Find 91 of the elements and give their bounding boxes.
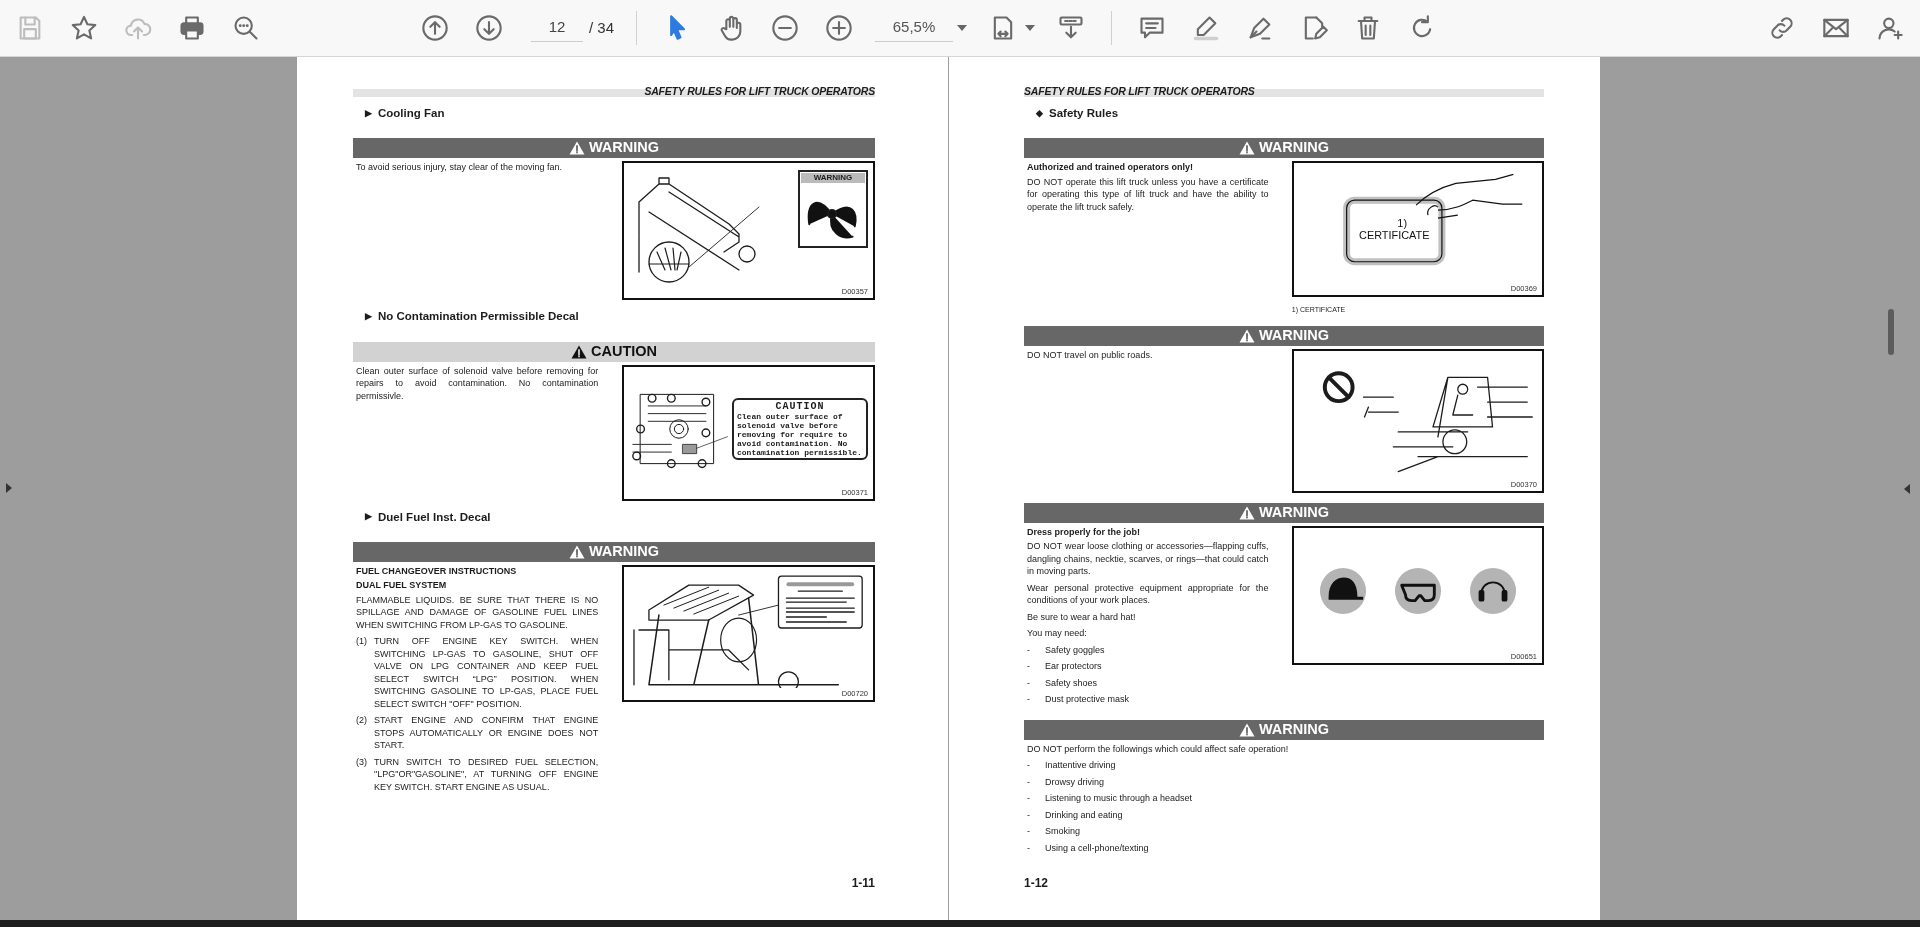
list-marker: - bbox=[1027, 676, 1031, 690]
paragraph: Wear personal protective equipment appropriate for the conditions of your work places. bbox=[1027, 581, 1269, 607]
paragraph: DO NOT wear loose clothing or accessories—flapping cuffs, dangling chains, necktie, scarves, or rings—that could catch in moving parts. bbox=[1027, 540, 1269, 578]
notice-label: WARNING bbox=[1258, 138, 1330, 158]
card-text: CERTIFICATE bbox=[1358, 229, 1430, 242]
list-marker: - bbox=[1027, 693, 1031, 706]
notice-label: WARNING bbox=[1258, 502, 1330, 522]
warning-triangle-icon bbox=[568, 544, 585, 559]
paragraph: To avoid serious injury, stay clear of the moving fan. bbox=[356, 161, 563, 174]
list-marker: - bbox=[1027, 825, 1031, 838]
notice-label: WARNING bbox=[588, 541, 660, 561]
list-item-text: Dust protective mask bbox=[1045, 693, 1130, 706]
arrow-up-circle-icon bbox=[421, 14, 449, 42]
list-marker: - bbox=[1027, 775, 1031, 789]
decal-title: WARNING bbox=[801, 173, 865, 184]
running-header: SAFETY RULES FOR LIFT TRUCK OPERATORS bbox=[1024, 85, 1544, 97]
notice-label: WARNING bbox=[1258, 325, 1330, 345]
bullet-marker: ▶ bbox=[365, 510, 372, 524]
search-icon bbox=[232, 14, 260, 42]
page-number-field[interactable]: 12 bbox=[531, 14, 583, 42]
star-icon bbox=[70, 14, 98, 42]
goggles-icon bbox=[1393, 567, 1442, 616]
paragraph: DO NOT travel on public roads. bbox=[1027, 348, 1154, 362]
section-heading: No Contamination Permissible Decal bbox=[378, 309, 579, 325]
paragraph-heading: Dress properly for the job! bbox=[1027, 525, 1142, 539]
page-count: / 34 bbox=[589, 17, 615, 38]
instruction-text: START ENGINE AND CONFIRM THAT ENGINE STOPS AUTOMATICALLY OR ENGINE DOES NOT START. bbox=[374, 714, 599, 752]
warning-triangle-icon bbox=[1238, 328, 1255, 343]
caret-icon[interactable] bbox=[1025, 25, 1036, 31]
notice-label: CAUTION bbox=[590, 341, 658, 361]
list-marker: - bbox=[1027, 792, 1031, 805]
page-number: 1-11 bbox=[850, 875, 875, 892]
section-heading: Duel Fuel Inst. Decal bbox=[378, 509, 491, 525]
section-heading: Cooling Fan bbox=[378, 106, 445, 121]
chain-link-icon bbox=[1768, 14, 1796, 42]
list-item-text: Smoking bbox=[1045, 825, 1080, 838]
notice-label: WARNING bbox=[1258, 719, 1330, 739]
list-item-text: Safety shoes bbox=[1045, 676, 1098, 690]
warning-triangle-icon bbox=[1238, 141, 1255, 156]
list-item-text: Drowsy driving bbox=[1045, 775, 1104, 789]
list-marker: - bbox=[1027, 759, 1031, 772]
list-marker: - bbox=[1027, 841, 1031, 855]
warning-triangle-icon bbox=[568, 141, 585, 156]
section-heading: Safety Rules bbox=[1049, 106, 1119, 121]
warning-triangle-icon bbox=[1238, 722, 1255, 737]
arrow-down-circle-icon bbox=[475, 14, 503, 42]
paragraph: Be sure to wear a hard hat! bbox=[1027, 610, 1137, 624]
zoom-field[interactable]: 65,5% bbox=[875, 14, 954, 42]
paragraph-heading: FUEL CHANGEOVER INSTRUCTIONS bbox=[356, 564, 518, 578]
warning-triangle-icon bbox=[1238, 505, 1255, 520]
highlighter-icon bbox=[1192, 14, 1221, 42]
notice-label: WARNING bbox=[588, 138, 660, 158]
item-number: (2) bbox=[356, 714, 368, 728]
paragraph-heading: Authorized and trained operators only! bbox=[1027, 161, 1194, 174]
list-item-text: Safety goggles bbox=[1045, 643, 1105, 657]
bullet-marker: ▶ bbox=[365, 106, 372, 120]
item-number: (3) bbox=[356, 755, 368, 769]
running-header: SAFETY RULES FOR LIFT TRUCK OPERATORS bbox=[353, 85, 875, 97]
decal-title: CAUTION bbox=[774, 400, 826, 412]
decal-text: Clean outer surface of solenoid valve before removing for require to avoid contamination. No contamination permissible. bbox=[737, 411, 863, 457]
plus-circle-icon bbox=[825, 14, 854, 42]
instruction-text: TURN OFF ENGINE KEY SWITCH. WHEN SWITCHING LP-GAS TO GASOLINE, SHUT OFF VALVE ON LPG CONTAINER AND KEEP FUEL SELECT SWITCH “LPG” POSITION. WHEN SWITCHING GASOLINE TO LP-GAS, PLACE FUEL SELECT SWITCH "OFF" POSITION. bbox=[374, 635, 599, 711]
list-marker: - bbox=[1027, 643, 1031, 657]
list-marker: - bbox=[1027, 660, 1031, 673]
list-item-text: Listening to music through a headset bbox=[1045, 792, 1193, 805]
bullet-marker: ◆ bbox=[1036, 106, 1043, 120]
caret-icon[interactable] bbox=[957, 25, 968, 31]
list-item-text: Drinking and eating bbox=[1045, 808, 1123, 822]
bullet-marker: ▶ bbox=[365, 310, 372, 324]
triangle-left-icon[interactable] bbox=[1904, 483, 1910, 494]
list-item-text: Using a cell-phone/texting bbox=[1045, 841, 1149, 855]
paragraph: FLAMMABLE LIQUIDS. BE SURE THAT THERE IS NO SPILLAGE AND DAMAGE OF GASOLINE FUEL LINES WHEN SWITCHING FROM LP-GAS TO GASOLINE. bbox=[356, 593, 599, 632]
instruction-text: TURN SWITCH TO DESIRED FUEL SELECTION, "LPG"OR"GASOLINE", AT TURNING OFF ENGINE KEY SWITCH. START ENGINE AS USUAL. bbox=[374, 755, 599, 794]
page-number: 1-12 bbox=[1024, 875, 1050, 892]
paragraph-heading: DUAL FUEL SYSTEM bbox=[356, 579, 448, 592]
triangle-right-icon[interactable] bbox=[6, 482, 12, 493]
scrollbar-thumb[interactable] bbox=[1888, 309, 1894, 355]
list-item-text: Ear protectors bbox=[1045, 660, 1102, 673]
list-item-text: Inattentive driving bbox=[1045, 759, 1116, 772]
warning-triangle-icon bbox=[570, 344, 587, 359]
paragraph: DO NOT perform the followings which could affect safe operation! bbox=[1027, 742, 1290, 756]
card-number: 1) bbox=[1397, 217, 1407, 230]
list-marker: - bbox=[1027, 808, 1031, 822]
ear-muffs-icon bbox=[1469, 567, 1518, 616]
item-number: (1) bbox=[356, 635, 368, 649]
paragraph: You may need: bbox=[1027, 627, 1088, 640]
minus-circle-icon bbox=[771, 14, 800, 42]
hard-hat-icon bbox=[1318, 567, 1367, 616]
paragraph: Clean outer surface of solenoid valve before removing for repairs to avoid contamination. No contamination permissivle. bbox=[356, 364, 599, 402]
printer-icon bbox=[178, 14, 206, 42]
paragraph: DO NOT operate this lift truck unless you have a certificate for operating this type of lift truck and have the ability to operate the lift truck safely. bbox=[1027, 175, 1269, 214]
